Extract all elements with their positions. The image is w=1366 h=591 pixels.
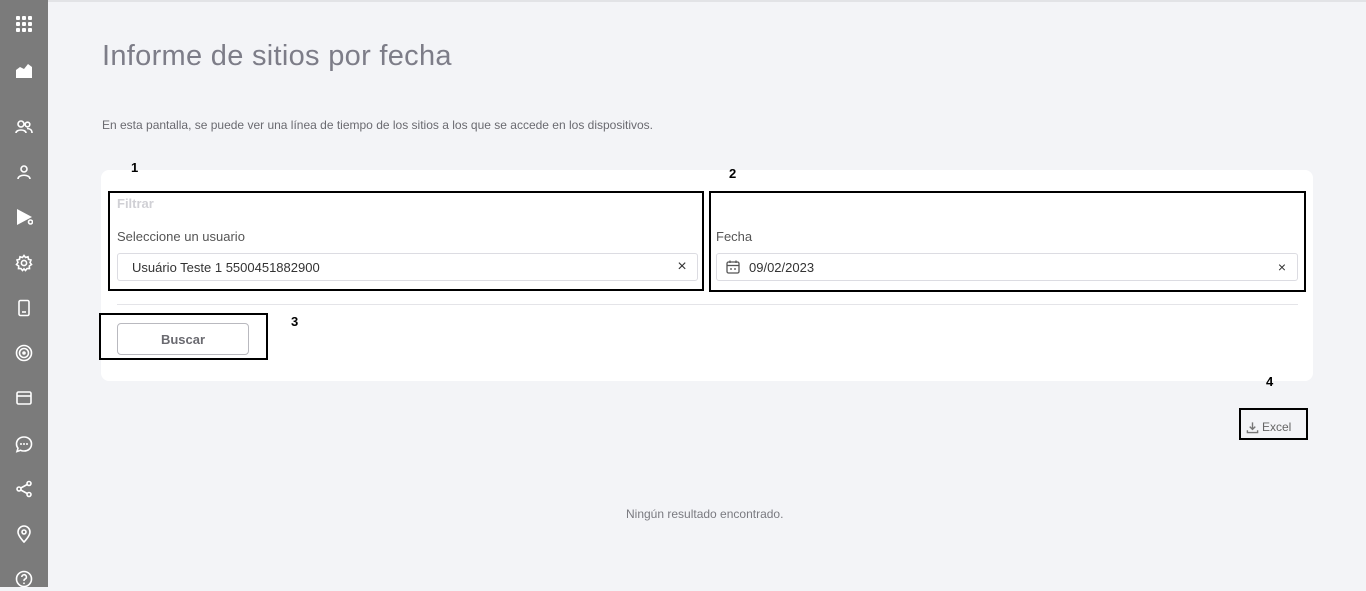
date-field-value: 09/02/2023	[749, 259, 815, 275]
empty-results-message: Ningún resultado encontrado.	[626, 507, 784, 521]
excel-export-button[interactable]: Excel	[1246, 417, 1291, 437]
annotation-number: 2	[729, 166, 737, 181]
date-field[interactable]: 09/02/2023 ×	[716, 253, 1298, 281]
user-select-value: Usuário Teste 1 5500451882900	[132, 259, 320, 275]
sidebar	[0, 0, 48, 588]
search-button[interactable]: Buscar	[117, 323, 249, 355]
user-icon[interactable]	[12, 160, 36, 184]
device-icon[interactable]	[12, 296, 36, 320]
calendar-icon[interactable]	[725, 259, 741, 275]
help-icon[interactable]	[12, 567, 36, 591]
chat-icon[interactable]	[12, 432, 36, 456]
clear-date-icon[interactable]: ×	[1275, 260, 1289, 274]
divider	[117, 304, 1298, 305]
user-select[interactable]: Usuário Teste 1 5500451882900 ×	[117, 253, 698, 281]
map-pin-icon[interactable]	[12, 522, 36, 546]
date-field-label: Fecha	[716, 229, 753, 244]
excel-export-label: Excel	[1262, 420, 1292, 434]
top-border	[0, 0, 1366, 2]
share-icon[interactable]	[12, 477, 36, 501]
location-radar-icon[interactable]	[12, 341, 36, 365]
settings-icon[interactable]	[12, 251, 36, 275]
page-title: Informe de sitios por fecha	[102, 40, 452, 72]
browser-window-icon[interactable]	[12, 386, 36, 410]
filter-heading: Filtrar	[117, 196, 154, 211]
annotation-number: 3	[291, 314, 299, 329]
dashboard-icon[interactable]	[12, 58, 36, 82]
user-select-label: Seleccione un usuario	[117, 229, 245, 244]
clear-user-icon[interactable]: ×	[675, 259, 689, 275]
apps-grid-icon[interactable]	[12, 12, 36, 36]
play-store-icon[interactable]	[12, 205, 36, 229]
download-icon	[1246, 421, 1259, 433]
annotation-number: 1	[131, 160, 139, 175]
groups-icon[interactable]	[12, 115, 36, 139]
annotation-number: 4	[1266, 374, 1274, 389]
page-description: En esta pantalla, se puede ver una línea…	[102, 118, 654, 132]
